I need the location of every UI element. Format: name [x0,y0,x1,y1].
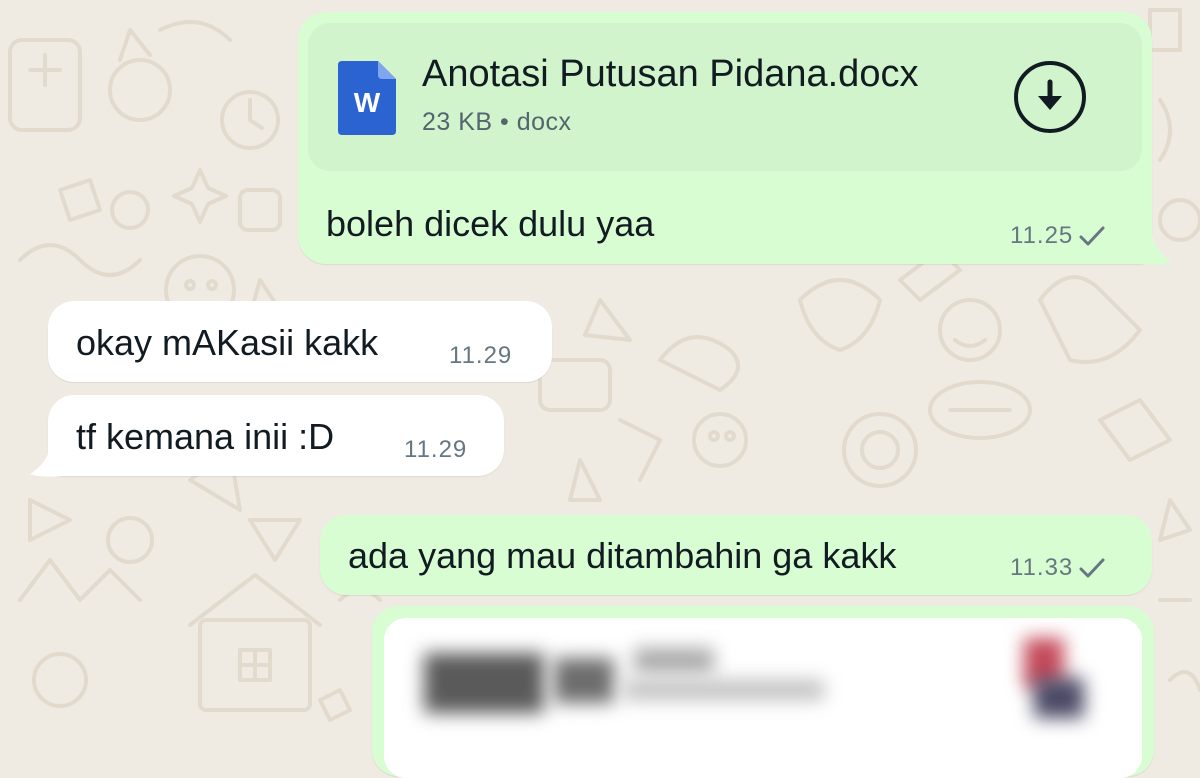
incoming-message-text: tf kemana inii :D [76,416,335,457]
blurred-content [1034,678,1084,718]
blurred-content [424,653,544,713]
message-time: 11.25 [1010,222,1074,249]
message-time: 11.29 [404,436,468,463]
message-time: 11.33 [1010,554,1074,581]
download-button[interactable] [1014,61,1086,133]
message-time: 11.29 [449,342,513,369]
incoming-message-text: okay mAKasii kakk [76,322,379,363]
message-meta: 11.25 [1010,222,1105,250]
bubble-tail-outgoing [1138,236,1172,265]
blurred-content [624,680,824,700]
download-icon [1038,79,1062,110]
message-meta: 11.29 [404,436,467,464]
message-meta: 11.29 [449,342,512,370]
document-caption: boleh dicek dulu yaa [326,203,655,244]
outgoing-message-text: ada yang mau ditambahin ga kakk [348,535,897,576]
word-icon-letter: W [353,87,381,118]
bubble-tail-incoming [30,448,64,477]
blurred-content [554,658,614,703]
message-meta: 11.33 [1010,554,1105,582]
blurred-content [634,648,714,673]
blurred-image-preview[interactable] [384,618,1142,778]
single-check-icon [1079,225,1105,247]
document-card[interactable]: W Anotasi Putusan Pidana.docx 23 KB • do… [308,23,1142,171]
document-file-meta: 23 KB • docx [422,108,572,136]
single-check-icon [1079,557,1105,579]
document-file-name: Anotasi Putusan Pidana.docx [422,53,919,95]
